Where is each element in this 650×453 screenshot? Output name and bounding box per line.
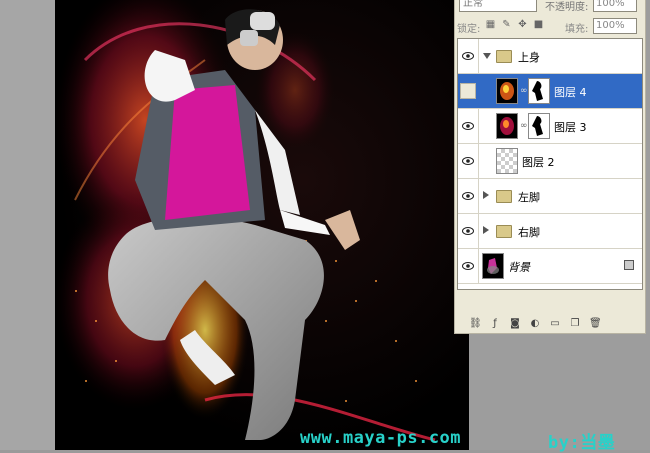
folder-icon[interactable]: ▭ <box>549 318 561 329</box>
link-chain-icon: ∞ <box>520 121 528 131</box>
folder-icon <box>496 190 512 203</box>
trash-icon[interactable]: 🗑 <box>589 318 602 329</box>
left-gray-area <box>0 0 55 450</box>
fill-input[interactable]: 100% <box>593 18 637 34</box>
folder-icon <box>496 50 512 63</box>
watermark: www.maya-ps.com by:当墨 <box>300 428 615 453</box>
visibility-eye-icon[interactable] <box>458 214 479 248</box>
adjustment-icon[interactable]: ◐ <box>529 318 541 329</box>
dancer-artwork <box>55 0 436 442</box>
new-layer-icon[interactable]: ❐ <box>569 318 581 329</box>
layer-name: 左脚 <box>518 191 540 204</box>
layer-thumbnail <box>496 78 518 104</box>
blend-row: 正常 不透明度: 100% <box>455 0 645 14</box>
opacity-label: 不透明度: <box>545 2 589 13</box>
layer-mask-thumbnail <box>528 78 550 104</box>
link-chain-icon: ∞ <box>520 86 528 96</box>
expand-triangle-icon[interactable] <box>483 191 489 199</box>
mask-icon[interactable]: ◙ <box>509 318 521 329</box>
visibility-off-box[interactable] <box>460 83 476 99</box>
lock-label: 锁定: <box>457 24 481 35</box>
layer-row-2[interactable]: 图层 2 <box>458 144 642 179</box>
visibility-eye-icon[interactable] <box>458 249 479 283</box>
layer-name: 右脚 <box>518 226 540 239</box>
visibility-eye-icon[interactable] <box>458 144 479 178</box>
layer-name: 图层 4 <box>554 86 587 99</box>
lock-paint-icon[interactable]: ✎ <box>501 19 512 30</box>
lock-all-icon[interactable]: ■ <box>533 19 544 30</box>
visibility-eye-icon[interactable] <box>458 179 479 213</box>
document-canvas[interactable] <box>55 0 469 450</box>
visibility-eye-icon[interactable] <box>458 39 479 73</box>
layer-name: 上身 <box>518 51 540 64</box>
folder-icon <box>496 225 512 238</box>
layer-row-4[interactable]: ∞ 图层 4 <box>458 74 642 109</box>
background-thumbnail <box>482 253 504 279</box>
watermark-site: www.maya-ps.com <box>300 428 462 448</box>
visibility-eye-icon[interactable] <box>458 109 479 143</box>
lock-transparency-icon[interactable]: ▦ <box>485 19 496 30</box>
layer-row-3[interactable]: ∞ 图层 3 <box>458 109 642 144</box>
layer-name: 背景 <box>508 261 530 274</box>
expand-triangle-icon[interactable] <box>483 53 491 59</box>
layer-row-group-left-leg[interactable]: 左脚 <box>458 179 642 214</box>
lock-icons: ▦ ✎ ✥ ■ <box>485 19 544 30</box>
layer-thumbnail <box>496 113 518 139</box>
expand-triangle-icon[interactable] <box>483 226 489 234</box>
layer-name: 图层 2 <box>522 156 555 169</box>
fx-icon[interactable]: ƒ <box>489 318 501 329</box>
layer-name: 图层 3 <box>554 121 587 134</box>
fill-label: 填充: <box>565 24 589 35</box>
blend-mode-select[interactable]: 正常 <box>459 0 537 12</box>
layer-row-group-right-leg[interactable]: 右脚 <box>458 214 642 249</box>
layers-bottom-toolbar: ⛓ ƒ ◙ ◐ ▭ ❐ 🗑 <box>455 318 645 332</box>
layers-list: 上身 ∞ 图层 4 ∞ 图层 3 图层 2 左脚 右脚 背景 <box>457 38 643 290</box>
link-icon[interactable]: ⛓ <box>469 318 482 329</box>
layers-panel: 正常 不透明度: 100% 锁定: ▦ ✎ ✥ ■ 填充: 100% 上身 ∞ … <box>454 0 646 334</box>
opacity-input[interactable]: 100% <box>593 0 637 12</box>
lock-icon <box>624 260 634 270</box>
lock-row: 锁定: ▦ ✎ ✥ ■ 填充: 100% <box>455 16 645 36</box>
layer-row-group-upper[interactable]: 上身 <box>458 39 642 74</box>
layer-row-background[interactable]: 背景 <box>458 249 642 284</box>
lock-move-icon[interactable]: ✥ <box>517 19 528 30</box>
transparent-thumbnail <box>496 148 518 174</box>
layer-mask-thumbnail <box>528 113 550 139</box>
watermark-author: by:当墨 <box>548 433 616 453</box>
